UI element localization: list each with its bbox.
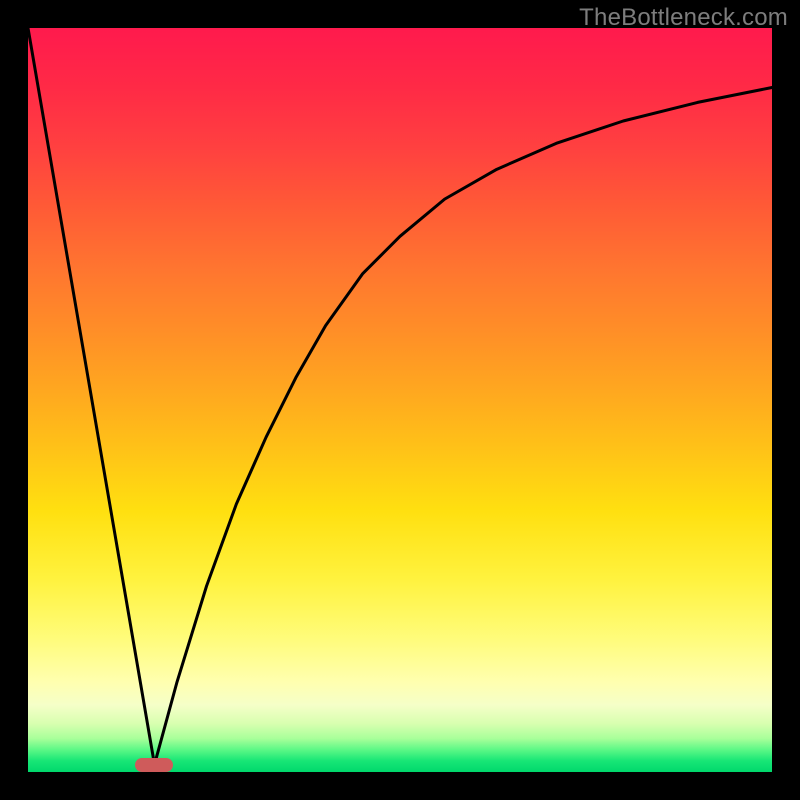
watermark-text: TheBottleneck.com [579,4,788,32]
bottleneck-marker [135,758,173,772]
plot-area [28,28,772,772]
chart-frame: TheBottleneck.com [0,0,800,800]
curves-layer [28,28,772,772]
series-right-rising-curve [154,88,772,765]
series-left-descending-line [28,28,154,765]
